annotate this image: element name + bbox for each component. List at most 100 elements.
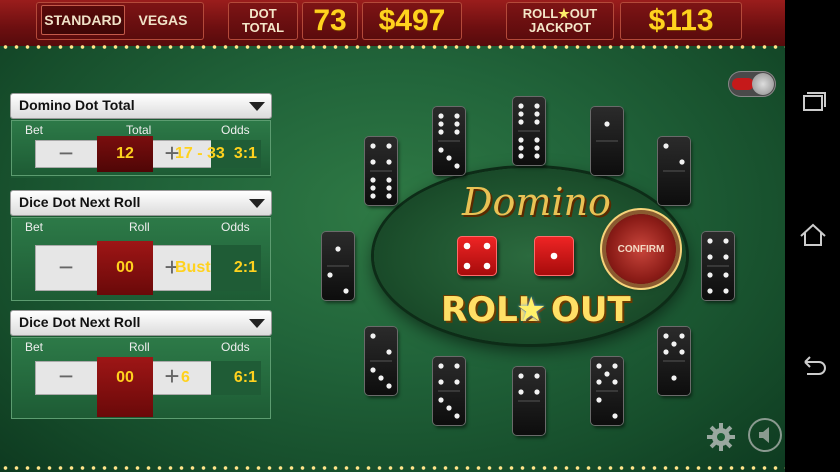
- domino-pip: [454, 379, 460, 385]
- domino-pip: [534, 119, 540, 125]
- domino-tile: [658, 137, 690, 205]
- roll-column-label: Roll: [129, 340, 150, 354]
- confirm-label: CONFIRM: [617, 244, 665, 255]
- domino-pip: [723, 254, 729, 260]
- domino-pip: [438, 129, 444, 135]
- domino-tile: [591, 357, 623, 425]
- domino-pip: [663, 143, 669, 149]
- gear-icon[interactable]: [705, 421, 737, 453]
- domino-pip: [335, 246, 341, 252]
- decrease-bet-button[interactable]: −: [35, 140, 97, 172]
- domino-tile: [365, 327, 397, 395]
- domino-pip: [438, 113, 444, 119]
- domino-pip: [679, 349, 685, 355]
- domino-pip: [438, 379, 444, 385]
- bet-column-label: Bet: [25, 220, 44, 234]
- domino-pip: [723, 272, 729, 278]
- marquee-lights-top: [0, 45, 785, 49]
- die-pip: [463, 242, 471, 250]
- domino-pip: [370, 193, 376, 199]
- back-icon[interactable]: [785, 348, 840, 388]
- bet-type-dropdown[interactable]: Dice Dot Next Roll: [11, 191, 271, 215]
- bet-panel-dice-dot-next-roll-2: Dice Dot Next Roll Bet Roll Odds − 00 + …: [11, 311, 271, 419]
- domino-pip: [454, 413, 460, 419]
- logo-out: OUT: [551, 290, 631, 330]
- domino-pip: [663, 333, 669, 339]
- domino-pip: [663, 349, 669, 355]
- bet-type-dropdown[interactable]: Dice Dot Next Roll: [11, 311, 271, 335]
- game-screen: STANDARD VEGAS DOT TOTAL 73 $497 ROLL★OUT…: [0, 0, 785, 472]
- domino-pip: [612, 413, 618, 419]
- odds-column-label: Odds: [221, 123, 250, 137]
- top-banner: STANDARD VEGAS DOT TOTAL 73 $497 ROLL★OUT…: [0, 0, 785, 46]
- domino-pip: [370, 333, 376, 339]
- home-icon[interactable]: [785, 216, 840, 256]
- bet-body: Bet Roll Odds − 00 + 6 6:1: [11, 337, 271, 419]
- die-2[interactable]: [534, 236, 574, 276]
- bet-body: Bet Total Odds − 12 + 17 - 33 3:1: [11, 120, 271, 176]
- roll-value: 6: [181, 369, 190, 386]
- recent-apps-icon[interactable]: [785, 84, 840, 124]
- domino-pip: [446, 405, 452, 411]
- toggle-switch-icon[interactable]: [728, 71, 776, 97]
- android-nav-bar: [785, 0, 840, 472]
- odds-value: 2:1: [233, 259, 257, 276]
- logo-domino: Domino: [462, 180, 611, 224]
- speaker-icon[interactable]: [748, 418, 782, 452]
- domino-pip: [370, 367, 376, 373]
- domino-pip: [386, 349, 392, 355]
- decrease-bet-button[interactable]: −: [35, 245, 97, 291]
- bet-panel-dice-dot-next-roll-1: Dice Dot Next Roll Bet Roll Odds − 00 + …: [11, 191, 271, 301]
- domino-pip: [518, 153, 524, 159]
- domino-pip: [438, 147, 444, 153]
- domino-pip: [518, 389, 524, 395]
- odds-column-label: Odds: [221, 220, 250, 234]
- star-icon: ★: [558, 6, 570, 21]
- die-pip: [550, 252, 558, 260]
- dot-total-amount: $497: [378, 4, 446, 37]
- confirm-button[interactable]: CONFIRM: [606, 214, 676, 284]
- total-column-label: Total: [126, 123, 152, 137]
- domino-pip: [534, 103, 540, 109]
- roll-value: Bust: [175, 259, 211, 276]
- domino-pip: [386, 193, 392, 199]
- bet-type-label: Dice Dot Next Roll: [19, 314, 141, 330]
- odds-column-label: Odds: [221, 340, 250, 354]
- domino-pip: [679, 159, 685, 165]
- domino-pip: [454, 163, 460, 169]
- domino-pip: [438, 363, 444, 369]
- domino-pip: [370, 177, 376, 183]
- domino-pip: [534, 137, 540, 143]
- domino-pip: [707, 254, 713, 260]
- domino-pip: [534, 145, 540, 151]
- domino-pip: [534, 373, 540, 379]
- domino-pip: [438, 397, 444, 403]
- tab-vegas[interactable]: VEGAS: [128, 5, 198, 35]
- domino-pip: [386, 383, 392, 389]
- decrease-bet-button[interactable]: −: [35, 361, 97, 395]
- domino-pip: [534, 153, 540, 159]
- domino-pip: [612, 379, 618, 385]
- domino-tile: [513, 97, 545, 165]
- domino-pip: [596, 379, 602, 385]
- bet-panel-domino-dot-total: Domino Dot Total Bet Total Odds − 12 + 1…: [11, 94, 271, 178]
- tab-standard[interactable]: STANDARD: [41, 5, 125, 35]
- domino-pip: [386, 185, 392, 191]
- die-face: [463, 242, 491, 270]
- domino-tile: [513, 367, 545, 435]
- die-pip: [483, 262, 491, 270]
- bet-column-label: Bet: [25, 340, 44, 354]
- roll-column-label: Roll: [129, 220, 150, 234]
- domino-pip: [327, 272, 333, 278]
- domino-pip: [723, 288, 729, 294]
- domino-pip: [707, 272, 713, 278]
- domino-pip: [518, 373, 524, 379]
- domino-pip: [518, 119, 524, 125]
- die-pip: [463, 262, 471, 270]
- chevron-down-icon: [249, 102, 265, 111]
- bet-type-dropdown[interactable]: Domino Dot Total: [11, 94, 271, 118]
- odds-value: 3:1: [233, 145, 257, 162]
- domino-pip: [596, 397, 602, 403]
- die-1[interactable]: [457, 236, 497, 276]
- domino-pip: [518, 137, 524, 143]
